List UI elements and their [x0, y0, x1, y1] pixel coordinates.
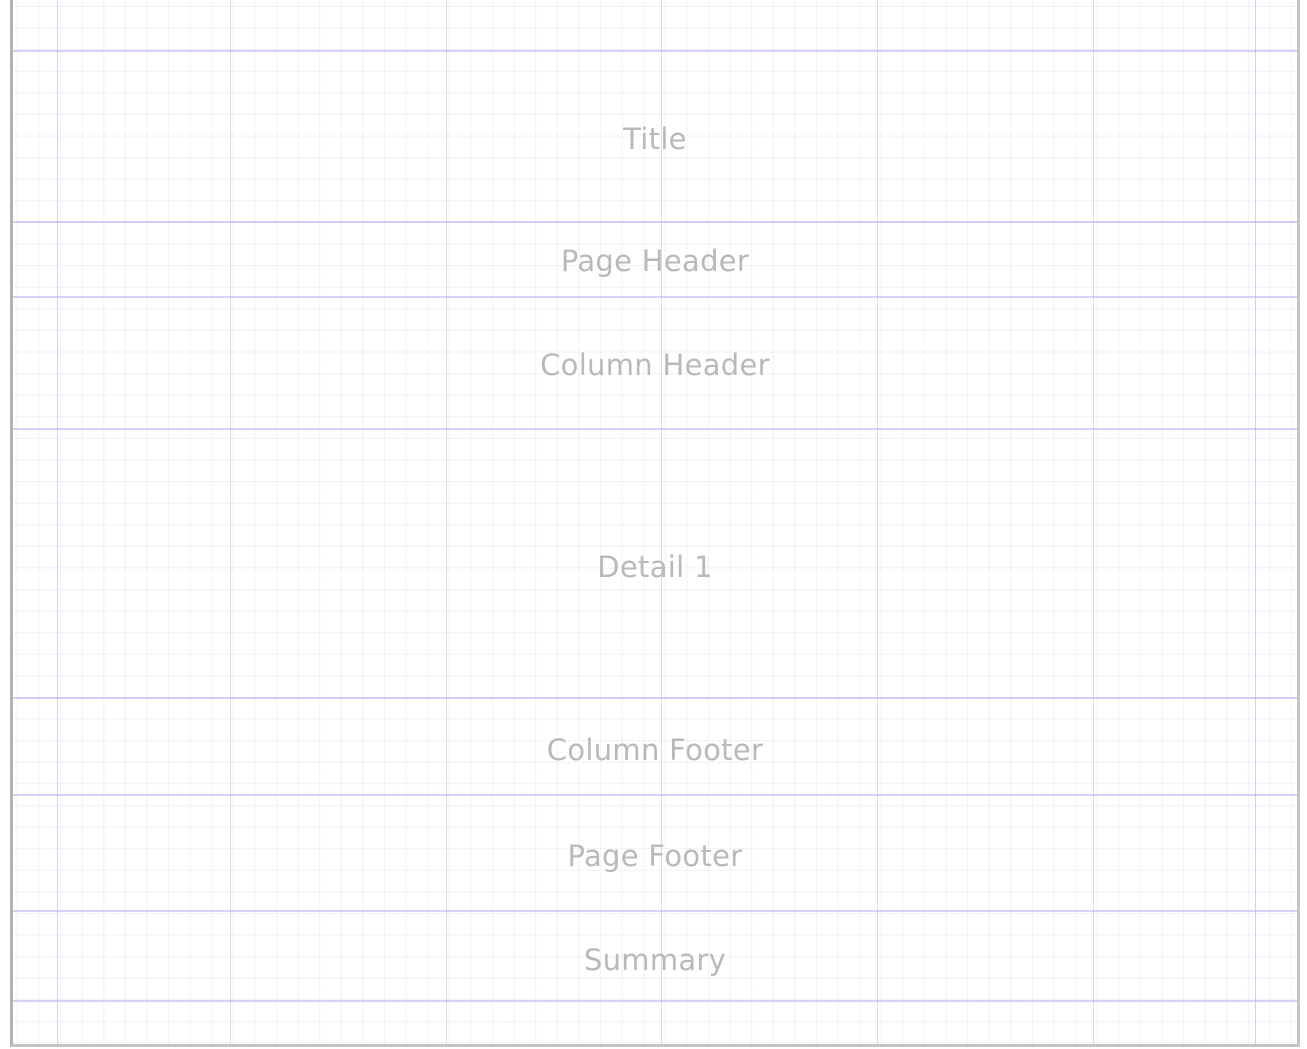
band-label-summary: Summary: [583, 943, 727, 977]
band-label-column-footer: Column Footer: [546, 732, 764, 767]
band-label-column-header: Column Header: [540, 348, 770, 382]
band-label-detail-1: Detail 1: [597, 549, 713, 584]
band-page-header[interactable]: Page Header: [13, 223, 1297, 296]
band-label-page-header: Page Header: [560, 244, 750, 278]
band-column-footer[interactable]: Column Footer: [13, 699, 1297, 794]
band-label-title: Title: [623, 121, 687, 156]
band-page-footer[interactable]: Page Footer: [13, 796, 1297, 910]
band-column-header[interactable]: Column Header: [13, 298, 1297, 428]
report-page[interactable]: Title Page Header Column Header Detail 1…: [10, 0, 1300, 1047]
band-title[interactable]: Title: [13, 52, 1297, 221]
band-boundary-summary[interactable]: [13, 1000, 1297, 1002]
band-summary[interactable]: Summary: [13, 912, 1297, 1000]
band-label-page-footer: Page Footer: [567, 839, 743, 873]
band-detail-1[interactable]: Detail 1: [13, 430, 1297, 697]
report-designer-canvas[interactable]: Title Page Header Column Header Detail 1…: [0, 0, 1307, 1049]
